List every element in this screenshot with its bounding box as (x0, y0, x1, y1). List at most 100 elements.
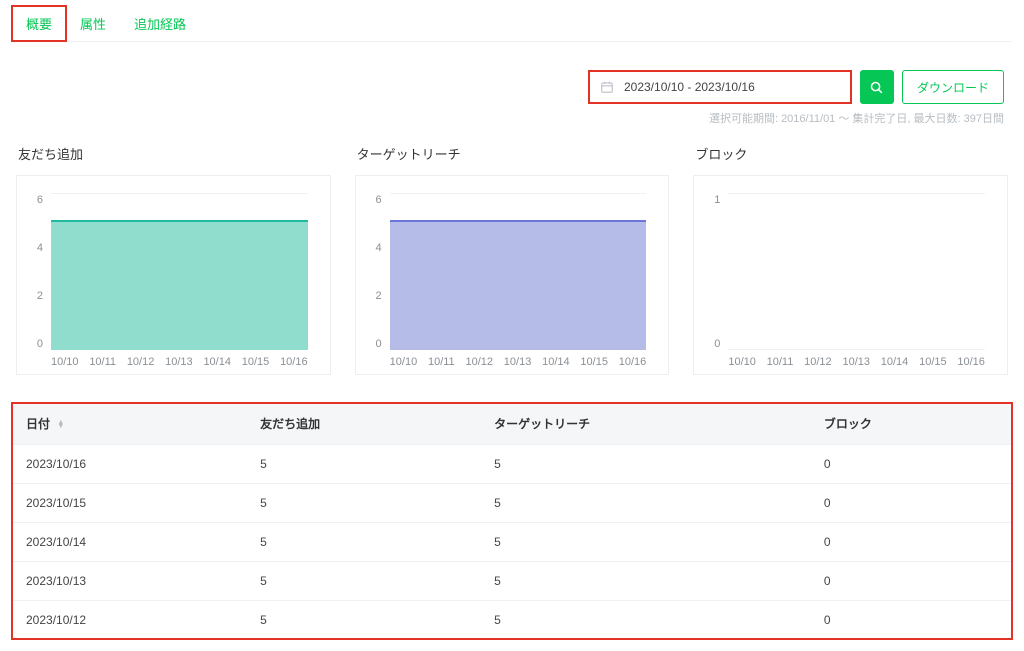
series-area (390, 220, 647, 350)
tab-overview[interactable]: 概要 (12, 6, 66, 41)
cell-block: 0 (810, 445, 1012, 484)
series-line (390, 220, 647, 222)
charts-row: 友だち追加642010/1010/1110/1210/1310/1410/151… (12, 144, 1012, 375)
table-row: 2023/10/14550 (12, 523, 1012, 562)
x-tick: 10/10 (728, 356, 756, 368)
col-addfriends[interactable]: 友だち追加 (246, 403, 480, 445)
x-tick: 10/15 (580, 356, 608, 368)
tab-add-route[interactable]: 追加経路 (120, 6, 200, 41)
y-axis: 10 (706, 194, 720, 350)
y-tick: 1 (714, 194, 720, 206)
x-tick: 10/12 (465, 356, 493, 368)
x-tick: 10/14 (881, 356, 909, 368)
x-tick: 10/16 (619, 356, 647, 368)
plot-area (390, 194, 647, 350)
date-range-value: 2023/10/10 - 2023/10/16 (624, 80, 755, 94)
chart-plot: 642010/1010/1110/1210/1310/1410/1510/16 (16, 175, 331, 375)
col-date[interactable]: 日付 ▲▼ (12, 403, 246, 445)
table-row: 2023/10/15550 (12, 484, 1012, 523)
series-area (51, 220, 308, 350)
x-tick: 10/13 (165, 356, 193, 368)
grid-line (390, 193, 647, 194)
y-tick: 2 (37, 290, 43, 302)
chart-card: 友だち追加642010/1010/1110/1210/1310/1410/151… (16, 144, 331, 375)
x-tick: 10/10 (51, 356, 79, 368)
y-tick: 2 (376, 290, 382, 302)
col-reach[interactable]: ターゲットリーチ (480, 403, 810, 445)
calendar-icon (600, 80, 614, 94)
y-tick: 0 (714, 338, 720, 350)
cell-date: 2023/10/16 (12, 445, 246, 484)
y-tick: 0 (376, 338, 382, 350)
y-tick: 6 (376, 194, 382, 206)
x-axis: 10/1010/1110/1210/1310/1410/1510/16 (51, 356, 308, 368)
grid-line (728, 193, 985, 194)
col-block[interactable]: ブロック (810, 403, 1012, 445)
data-table: 日付 ▲▼ 友だち追加 ターゲットリーチ ブロック 2023/10/165502… (12, 403, 1012, 639)
y-axis: 6420 (29, 194, 43, 350)
x-axis: 10/10 10/11 10/12 10/13 10/14 10/15 10/16 (728, 356, 985, 368)
chart-plot: 6 4 2 0 10/10 10/11 10/12 10/13 10/14 10/15 10/16 (355, 175, 670, 375)
x-tick: 10/14 (542, 356, 570, 368)
y-tick: 6 (37, 194, 43, 206)
grid-line (51, 193, 308, 194)
chart-card: ターゲットリーチ642010/1010/1110/1210/1310/1410/… (355, 144, 670, 375)
cell-addfriends: 5 (246, 484, 480, 523)
y-tick: 4 (37, 242, 43, 254)
toolbar: 2023/10/10 - 2023/10/16 ダウンロード (12, 70, 1012, 104)
cell-block: 0 (810, 523, 1012, 562)
x-tick: 10/11 (89, 356, 116, 368)
x-tick: 10/13 (842, 356, 870, 368)
col-date-label: 日付 (26, 417, 50, 431)
cell-date: 2023/10/14 (12, 523, 246, 562)
plot-area (51, 194, 308, 350)
x-axis: 10/10 10/11 10/12 10/13 10/14 10/15 10/16 (390, 356, 647, 368)
chart-title: 友だち追加 (16, 144, 331, 163)
x-tick: 10/16 (280, 356, 308, 368)
cell-reach: 5 (480, 523, 810, 562)
chart-title: ブロック (693, 144, 1008, 163)
y-tick: 4 (376, 242, 382, 254)
cell-addfriends: 5 (246, 562, 480, 601)
tabs-bar: 概要 属性 追加経路 (12, 0, 1012, 42)
cell-date: 2023/10/15 (12, 484, 246, 523)
grid-line (728, 349, 985, 350)
cell-date: 2023/10/13 (12, 562, 246, 601)
chart-plot: 1010/1010/1110/1210/1310/1410/1510/16 (693, 175, 1008, 375)
cell-addfriends: 5 (246, 445, 480, 484)
table-row: 2023/10/13550 (12, 562, 1012, 601)
search-icon (869, 80, 884, 95)
x-tick: 10/13 (504, 356, 532, 368)
cell-reach: 5 (480, 445, 810, 484)
plot-area (728, 194, 985, 350)
x-tick: 10/10 (390, 356, 418, 368)
x-tick: 10/15 (919, 356, 947, 368)
x-tick: 10/12 (804, 356, 832, 368)
date-range-hint: 選択可能期間: 2016/11/01 ～ 集計完了日, 最大日数: 397日間 (709, 110, 1004, 126)
search-button[interactable] (860, 70, 894, 104)
cell-reach: 5 (480, 601, 810, 640)
x-tick: 10/14 (203, 356, 231, 368)
data-table-wrap: 日付 ▲▼ 友だち追加 ターゲットリーチ ブロック 2023/10/165502… (12, 403, 1012, 639)
cell-block: 0 (810, 562, 1012, 601)
x-tick: 10/11 (767, 356, 794, 368)
cell-block: 0 (810, 484, 1012, 523)
table-row: 2023/10/12550 (12, 601, 1012, 640)
cell-date: 2023/10/12 (12, 601, 246, 640)
cell-addfriends: 5 (246, 523, 480, 562)
x-tick: 10/16 (957, 356, 985, 368)
cell-block: 0 (810, 601, 1012, 640)
sort-icon: ▲▼ (57, 421, 64, 429)
y-axis: 6 4 2 0 (368, 194, 382, 350)
cell-reach: 5 (480, 562, 810, 601)
x-tick: 10/12 (127, 356, 155, 368)
download-button[interactable]: ダウンロード (902, 70, 1004, 104)
series-line (51, 220, 308, 222)
table-header-row: 日付 ▲▼ 友だち追加 ターゲットリーチ ブロック (12, 403, 1012, 445)
tab-attributes[interactable]: 属性 (66, 6, 120, 41)
chart-title: ターゲットリーチ (355, 144, 670, 163)
chart-card: ブロック1010/1010/1110/1210/1310/1410/1510/1… (693, 144, 1008, 375)
date-range-picker[interactable]: 2023/10/10 - 2023/10/16 (588, 70, 852, 104)
table-row: 2023/10/16550 (12, 445, 1012, 484)
x-tick: 10/11 (428, 356, 455, 368)
